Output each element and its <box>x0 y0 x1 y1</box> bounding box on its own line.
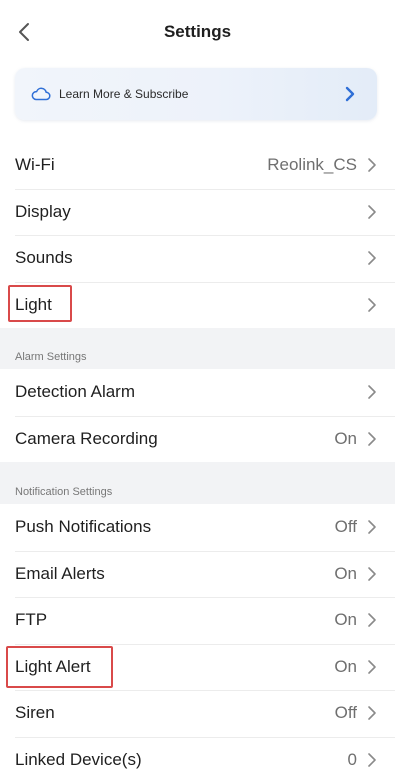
chevron-right-icon <box>368 158 376 173</box>
chevron-right-icon <box>368 566 376 581</box>
row-label: Siren <box>15 703 55 723</box>
settings-row-light-alert[interactable]: Light Alert On <box>0 643 395 691</box>
row-value: On <box>334 610 357 630</box>
cloud-icon <box>31 83 53 105</box>
row-value: Off <box>334 517 357 537</box>
row-value: Off <box>334 703 357 723</box>
chevron-right-icon <box>368 251 376 266</box>
chevron-right-icon <box>345 86 355 102</box>
row-value: On <box>334 656 357 676</box>
settings-row-siren[interactable]: Siren Off <box>0 690 395 737</box>
settings-row-camera-recording[interactable]: Camera Recording On <box>0 415 395 463</box>
row-label: Email Alerts <box>15 563 105 583</box>
settings-row-email-alerts[interactable]: Email Alerts On <box>0 550 395 598</box>
row-label: Sounds <box>15 248 73 268</box>
settings-row-linked-devices[interactable]: Linked Device(s) 0 <box>0 736 395 783</box>
row-label: Detection Alarm <box>15 382 135 402</box>
chevron-right-icon <box>368 706 376 721</box>
row-label: Display <box>15 201 71 221</box>
general-settings-list: Wi-Fi Reolink_CS Display Sounds Light <box>0 142 395 328</box>
row-label: Push Notifications <box>15 517 152 537</box>
chevron-right-icon <box>368 659 376 674</box>
row-value: 0 <box>347 749 357 769</box>
chevron-right-icon <box>368 752 376 767</box>
row-value: On <box>334 563 357 583</box>
chevron-right-icon <box>368 204 376 219</box>
section-header-alarm: Alarm Settings <box>15 351 87 363</box>
settings-row-display[interactable]: Display <box>0 188 395 236</box>
banner-label: Learn More & Subscribe <box>59 87 189 101</box>
chevron-right-icon <box>368 431 376 446</box>
chevron-right-icon <box>368 385 376 400</box>
chevron-right-icon <box>368 297 376 312</box>
row-value: On <box>334 428 357 448</box>
settings-row-detection-alarm[interactable]: Detection Alarm <box>0 369 395 416</box>
row-value: Reolink_CS <box>267 155 357 175</box>
chevron-right-icon <box>368 520 376 535</box>
section-header-notification: Notification Settings <box>15 486 113 498</box>
row-label: Light Alert <box>15 656 91 676</box>
banner-section: Learn More & Subscribe <box>0 64 395 142</box>
settings-row-wifi[interactable]: Wi-Fi Reolink_CS <box>0 142 395 189</box>
header-bar: Settings <box>0 0 395 64</box>
settings-row-sounds[interactable]: Sounds <box>0 235 395 282</box>
row-label: Camera Recording <box>15 428 158 448</box>
subscribe-banner[interactable]: Learn More & Subscribe <box>15 68 377 120</box>
chevron-right-icon <box>368 613 376 628</box>
row-label: Light <box>15 294 52 314</box>
row-label: FTP <box>15 610 48 630</box>
row-label: Wi-Fi <box>15 155 55 175</box>
settings-row-push-notifications[interactable]: Push Notifications Off <box>0 504 395 551</box>
row-label: Linked Device(s) <box>15 749 142 769</box>
alarm-settings-list: Detection Alarm Camera Recording On <box>0 369 395 462</box>
back-button[interactable] <box>10 18 38 46</box>
settings-row-light[interactable]: Light <box>0 281 395 329</box>
notification-settings-list: Push Notifications Off Email Alerts On F… <box>0 504 395 783</box>
page-title: Settings <box>163 22 232 41</box>
settings-row-ftp[interactable]: FTP On <box>0 597 395 644</box>
chevron-left-icon <box>19 23 29 41</box>
